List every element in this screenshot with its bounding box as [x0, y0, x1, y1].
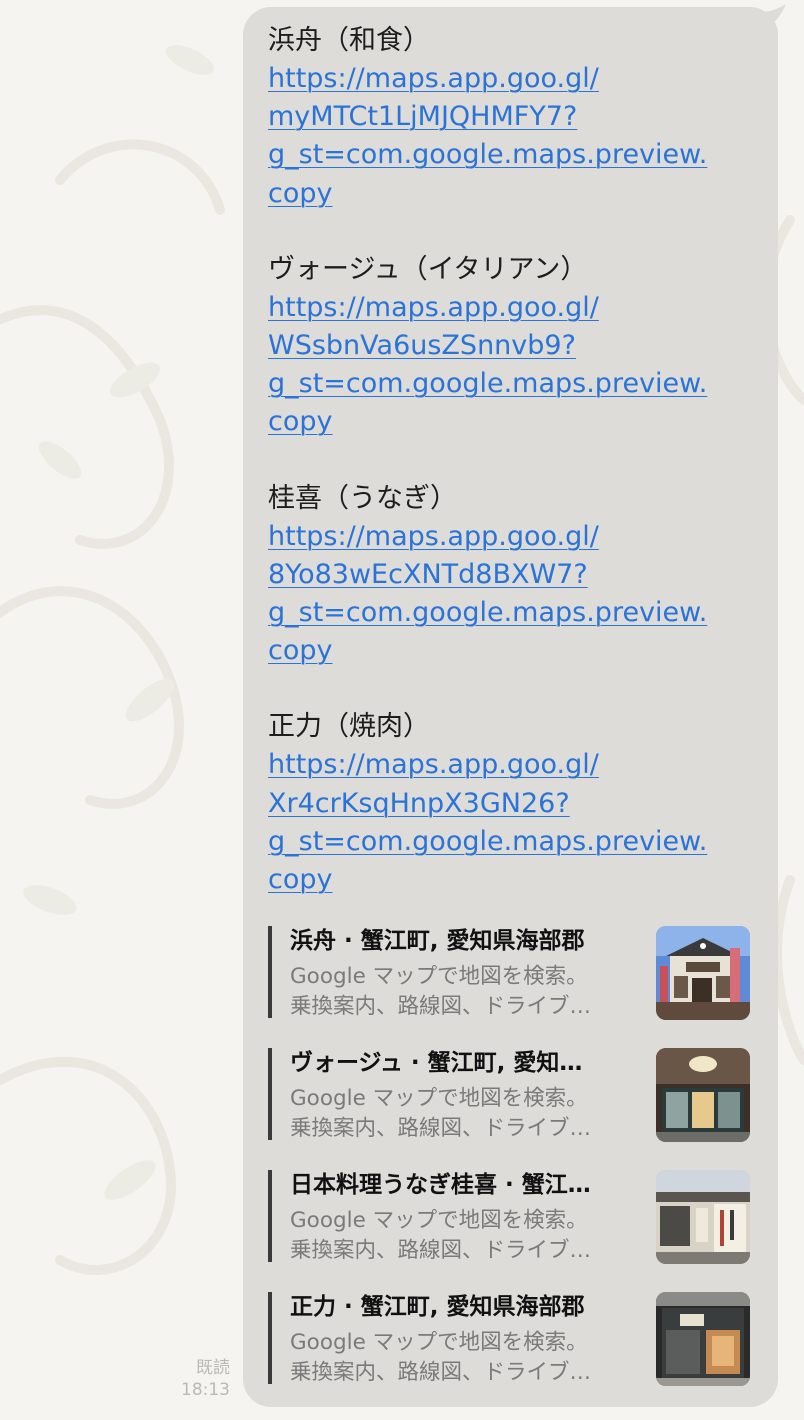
restaurant-entry: 浜舟（和食） https://maps.app.goo.gl/ myMTCt1L…	[268, 22, 758, 213]
map-link[interactable]: https://maps.app.goo.gl/ myMTCt1LjMJQHMF…	[268, 60, 743, 213]
preview-thumbnail[interactable]	[656, 926, 750, 1020]
map-link[interactable]: https://maps.app.goo.gl/ Xr4crKsqHnpX3GN…	[268, 746, 743, 899]
preview-description: Google マップで地図を検索。	[290, 964, 588, 989]
message-text: 浜舟（和食） https://maps.app.goo.gl/ myMTCt1L…	[268, 22, 758, 937]
read-label: 既読	[196, 1358, 230, 1378]
preview-thumbnail[interactable]	[656, 1048, 750, 1142]
preview-description: 乗換案内、路線図、ドライブ…	[290, 994, 592, 1019]
preview-description: Google マップで地図を検索。	[290, 1086, 588, 1111]
preview-title: 浜舟 · 蟹江町, 愛知県海部郡	[290, 928, 585, 954]
link-preview-card[interactable]: 日本料理うなぎ桂喜 · 蟹江… Google マップで地図を検索。 乗換案内、路…	[268, 1170, 752, 1264]
preview-description: Google マップで地図を検索。	[290, 1330, 588, 1355]
restaurant-name: 桂喜（うなぎ）	[268, 482, 457, 514]
preview-title: 正力 · 蟹江町, 愛知県海部郡	[290, 1294, 585, 1320]
link-preview-card[interactable]: 正力 · 蟹江町, 愛知県海部郡 Google マップで地図を検索。 乗換案内、…	[268, 1292, 752, 1386]
preview-description: Google マップで地図を検索。	[290, 1208, 588, 1233]
restaurant-name: 正力（焼肉）	[268, 711, 430, 743]
restaurant-name: ヴォージュ（イタリアン）	[268, 253, 588, 285]
preview-accent-bar	[268, 1292, 272, 1384]
preview-description: 乗換案内、路線図、ドライブ…	[290, 1116, 592, 1141]
read-receipt: 既読 18:13	[180, 1357, 230, 1401]
restaurant-entry: 桂喜（うなぎ） https://maps.app.goo.gl/ 8Yo83wE…	[268, 480, 758, 671]
map-link[interactable]: https://maps.app.goo.gl/ WSsbnVa6usZSnnv…	[268, 289, 743, 442]
restaurant-entry: 正力（焼肉） https://maps.app.goo.gl/ Xr4crKsq…	[268, 708, 758, 899]
preview-accent-bar	[268, 1170, 272, 1262]
preview-accent-bar	[268, 1048, 272, 1140]
link-preview-card[interactable]: ヴォージュ · 蟹江町, 愛知… Google マップで地図を検索。 乗換案内、…	[268, 1048, 752, 1142]
restaurant-entry: ヴォージュ（イタリアン） https://maps.app.goo.gl/ WS…	[268, 251, 758, 442]
preview-thumbnail[interactable]	[656, 1292, 750, 1386]
preview-description: 乗換案内、路線図、ドライブ…	[290, 1238, 592, 1263]
link-preview-card[interactable]: 浜舟 · 蟹江町, 愛知県海部郡 Google マップで地図を検索。 乗換案内、…	[268, 926, 752, 1020]
preview-accent-bar	[268, 926, 272, 1018]
message-time: 18:13	[181, 1380, 230, 1400]
restaurant-name: 浜舟（和食）	[268, 25, 430, 56]
preview-thumbnail[interactable]	[656, 1170, 750, 1264]
preview-title: ヴォージュ · 蟹江町, 愛知…	[290, 1050, 583, 1076]
link-previews: 浜舟 · 蟹江町, 愛知県海部郡 Google マップで地図を検索。 乗換案内、…	[268, 926, 752, 1414]
preview-description: 乗換案内、路線図、ドライブ…	[290, 1360, 592, 1385]
map-link[interactable]: https://maps.app.goo.gl/ 8Yo83wEcXNTd8BX…	[268, 518, 743, 671]
preview-title: 日本料理うなぎ桂喜 · 蟹江…	[290, 1172, 591, 1198]
